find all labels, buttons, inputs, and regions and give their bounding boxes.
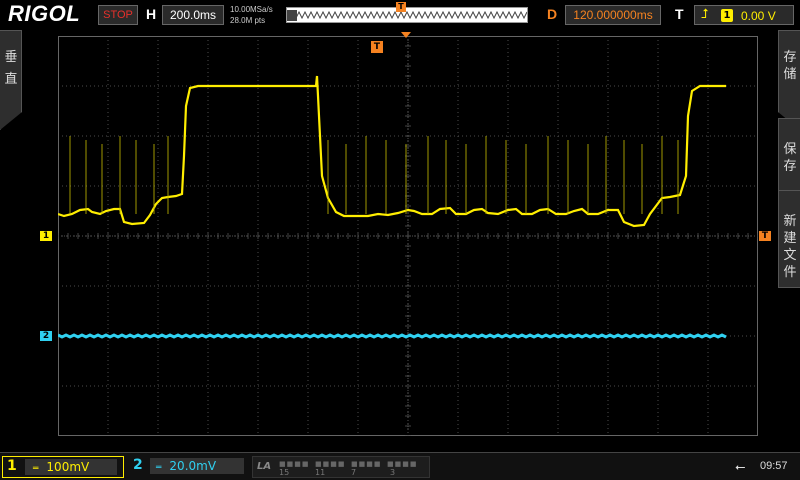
save-tab-char: 保	[783, 142, 797, 157]
timebase-display[interactable]: 200.0ms	[162, 5, 224, 25]
storage-menu-tab[interactable]: 存 储	[778, 30, 800, 130]
ch2-offset-marker[interactable]: 2	[40, 331, 52, 341]
la-bit-group: ■■■■	[279, 460, 310, 468]
storage-tab-char: 储	[783, 67, 797, 82]
trigger-time-marker[interactable]: T	[371, 41, 383, 53]
usb-icon: ⭠	[735, 460, 746, 475]
save-menu-tab[interactable]: 保 存	[778, 118, 800, 200]
ch2-scale-field: ═ 20.0mV	[150, 458, 244, 474]
la-group-label: 15	[279, 468, 290, 477]
run-stop-indicator[interactable]: STOP	[98, 5, 138, 25]
new-file-tab-char: 文	[783, 248, 797, 263]
la-group-label: 3	[390, 468, 396, 477]
trigger-level-value: 0.00 V	[741, 9, 776, 23]
save-tab-char: 存	[783, 159, 797, 174]
sample-info: 10.00MSa/s 28.0M pts	[230, 4, 273, 26]
ch1-number: 1	[7, 458, 17, 474]
brand-logo: RIGOL	[8, 1, 81, 26]
memory-position-bar[interactable]	[286, 7, 528, 23]
horizontal-delay-display[interactable]: 120.000000ms	[565, 5, 661, 25]
ch1-waveform	[58, 75, 726, 228]
new-file-menu-tab[interactable]: 新 建 文 件	[778, 190, 800, 288]
memory-waveform-preview	[287, 10, 527, 20]
la-bit-group: ■■■■	[351, 460, 382, 468]
waveform-canvas	[58, 36, 758, 436]
ch2-waveform	[58, 333, 727, 339]
dc-coupling-icon: ═	[33, 464, 39, 474]
horizontal-label: H	[146, 6, 157, 22]
la-group-label: 7	[351, 468, 357, 477]
ch1-scale-field: ═ 100mV	[25, 459, 117, 475]
trigger-level-marker[interactable]: T	[759, 231, 771, 241]
ch2-scale: 20.0mV	[169, 459, 217, 473]
dc-coupling-icon: ═	[156, 463, 162, 473]
new-file-tab-char: 建	[783, 231, 797, 246]
rising-edge-icon: ⮥	[701, 7, 709, 22]
ch2-number: 2	[133, 457, 143, 473]
logic-analyzer-status[interactable]: LA ■■■■ ■■■■ ■■■■ ■■■■ 15 11 7 3	[252, 456, 430, 478]
new-file-tab-char: 件	[783, 265, 797, 280]
la-group-label: 11	[315, 468, 326, 477]
ch1-status[interactable]: 1 ═ 100mV	[2, 456, 124, 478]
delay-label: D	[547, 6, 558, 22]
center-time-marker	[401, 32, 411, 38]
vertical-tab-char: 垂	[4, 50, 18, 65]
status-bar: RIGOL STOP H 200.0ms 10.00MSa/s 28.0M pt…	[0, 0, 800, 30]
trigger-settings[interactable]: ⮥ 1 0.00 V	[694, 5, 794, 25]
vertical-menu-tab[interactable]: 垂 直	[0, 30, 22, 130]
system-clock: 09:57	[760, 460, 788, 472]
new-file-tab-char: 新	[783, 214, 797, 229]
trigger-label: T	[675, 6, 684, 22]
ch2-status[interactable]: 2 ═ 20.0mV	[128, 456, 246, 478]
la-label: LA	[257, 461, 272, 472]
memory-depth: 28.0M pts	[230, 16, 266, 25]
trigger-source-badge: 1	[721, 9, 733, 22]
sample-rate: 10.00MSa/s	[230, 5, 273, 14]
la-bit-group: ■■■■	[315, 460, 346, 468]
storage-tab-char: 存	[783, 50, 797, 65]
ch1-noise-spikes	[69, 136, 679, 214]
vertical-tab-char: 直	[4, 72, 18, 87]
la-bit-group: ■■■■	[387, 460, 418, 468]
ch1-offset-marker[interactable]: 1	[40, 231, 52, 241]
waveform-display[interactable]	[58, 36, 758, 436]
channel-status-bar: 1 ═ 100mV 2 ═ 20.0mV LA ■■■■ ■■■■ ■■■■ ■■■…	[0, 452, 800, 480]
ch1-scale: 100mV	[46, 460, 90, 474]
graticule	[58, 36, 758, 436]
trigger-position-marker[interactable]: T	[396, 2, 406, 12]
